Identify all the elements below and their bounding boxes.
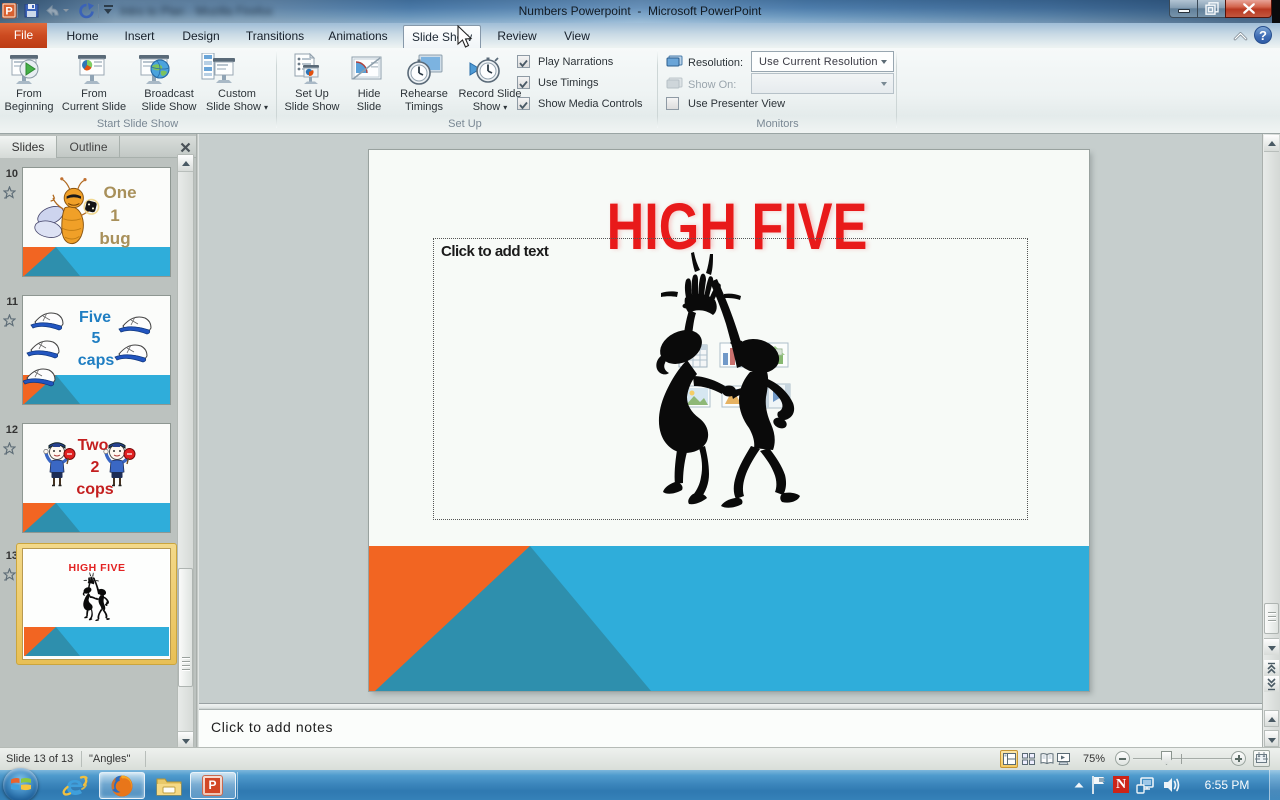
svg-text:cops: cops	[76, 481, 113, 498]
svg-text:HIGH FIVE: HIGH FIVE	[68, 562, 125, 574]
svg-text:caps: caps	[78, 352, 115, 369]
svg-text:Five: Five	[79, 309, 111, 326]
svg-text:One: One	[103, 183, 136, 202]
svg-text:1: 1	[110, 206, 119, 225]
svg-text:2: 2	[91, 459, 100, 476]
svg-text:P: P	[5, 6, 12, 18]
svg-text:5: 5	[92, 330, 101, 347]
svg-text:bug: bug	[99, 229, 130, 248]
